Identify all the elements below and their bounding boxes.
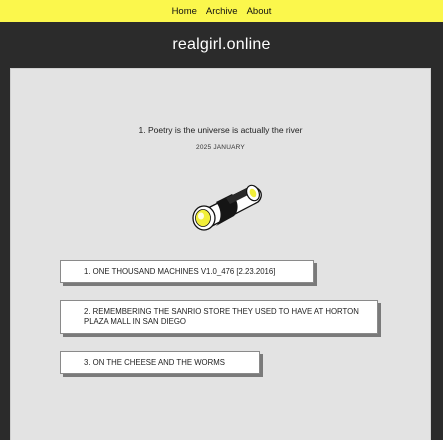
log-scroll-illustration	[192, 184, 262, 231]
nav-archive-link[interactable]: Archive	[206, 6, 238, 17]
post-link-1[interactable]: 1. ONE THOUSAND MACHINES V1.0_476 [2.23.…	[60, 260, 314, 283]
post-link-3[interactable]: 3. ON THE CHEESE AND THE WORMS	[60, 351, 260, 374]
nav-about-link[interactable]: About	[247, 6, 272, 17]
post-title: 1. Poetry is the universe is actually th…	[138, 125, 303, 135]
post-date: 2025 JANUARY	[196, 144, 245, 151]
nav-home-link[interactable]: Home	[172, 6, 197, 17]
content-panel: 1. Poetry is the universe is actually th…	[10, 68, 431, 440]
site-title: realgirl.online	[172, 36, 271, 53]
top-nav: Home Archive About	[0, 0, 443, 22]
post-link-2[interactable]: 2. REMEMBERING THE SANRIO STORE THEY USE…	[60, 300, 378, 334]
